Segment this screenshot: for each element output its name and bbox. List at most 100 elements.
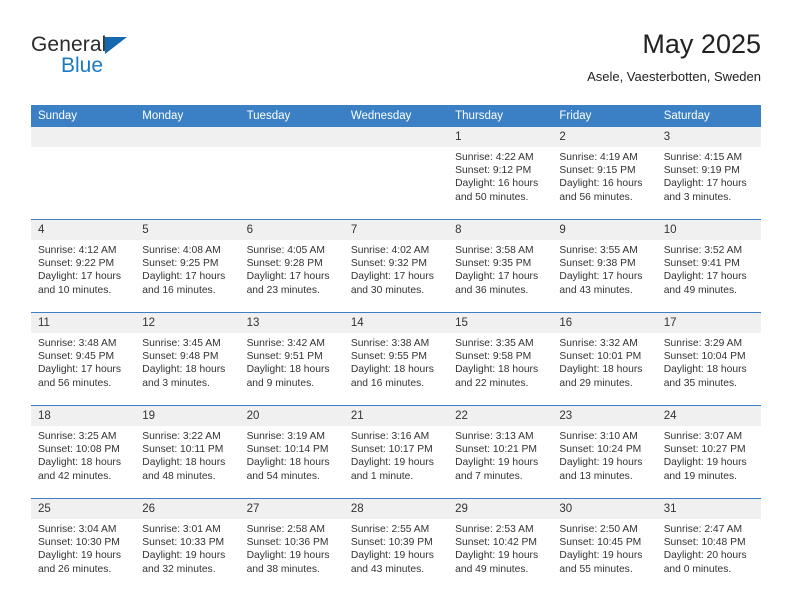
daylight-text-line2: and 13 minutes.: [559, 470, 633, 482]
sunset-text: Sunset: 9:55 PM: [350, 351, 427, 363]
calendar-day-cell[interactable]: 9 Sunrise: 3:55 AM Sunset: 9:38 PM Daylight…: [552, 219, 657, 313]
calendar-day-cell[interactable]: 2 Sunrise: 4:19 AM Sunset: 9:15 PM Daylight…: [552, 127, 657, 220]
calendar-day-cell[interactable]: 14 Sunrise: 3:38 AM Sunset: 9:55 PM Dayligh…: [343, 312, 449, 406]
calendar-day-cell[interactable]: 30 Sunrise: 2:50 AM Sunset: 10:45 PM Daylig…: [552, 498, 657, 591]
sunrise-text: Sunrise: 3:10 AM: [559, 431, 638, 442]
daylight-text-line2: and 49 minutes.: [663, 284, 737, 296]
sunset-text: Sunset: 9:28 PM: [246, 258, 323, 270]
daylight-text-line2: and 1 minute.: [350, 470, 414, 482]
sunrise-text: Sunrise: 3:55 AM: [559, 245, 638, 256]
day-details: Sunrise: 3:32 AM Sunset: 10:01 PM Daylight…: [552, 333, 656, 390]
calendar-day-cell[interactable]: 16 Sunrise: 3:32 AM Sunset: 10:01 PM Daylig…: [552, 312, 657, 406]
sunset-text: Sunset: 10:48 PM: [663, 537, 746, 549]
calendar-day-cell[interactable]: 19 Sunrise: 3:22 AM Sunset: 10:11 PM Daylig…: [135, 405, 240, 499]
daylight-text-line2: and 3 minutes.: [142, 377, 210, 389]
calendar-day-cell[interactable]: 15 Sunrise: 3:35 AM Sunset: 9:58 PM Dayligh…: [448, 312, 553, 406]
calendar-page: General Blue May 2025 Asele, Vaesterbott…: [0, 0, 792, 612]
calendar-day-cell[interactable]: 17 Sunrise: 3:29 AM Sunset: 10:04 PM Daylig…: [656, 312, 761, 406]
calendar-day-cell[interactable]: 29 Sunrise: 2:53 AM Sunset: 10:42 PM Daylig…: [448, 498, 553, 591]
calendar-day-cell[interactable]: 11 Sunrise: 3:48 AM Sunset: 9:45 PM Dayligh…: [31, 312, 136, 406]
brand-name-primary: General: [31, 33, 107, 56]
calendar-day-cell[interactable]: 1 Sunrise: 4:22 AM Sunset: 9:12 PM Daylight…: [448, 127, 553, 220]
day-details: Sunrise: 3:19 AM Sunset: 10:14 PM Daylight…: [240, 426, 344, 483]
day-details: Sunrise: 3:45 AM Sunset: 9:48 PM Daylight:…: [135, 333, 239, 390]
sunrise-text: Sunrise: 3:01 AM: [142, 524, 221, 535]
day-number: 26: [135, 499, 240, 519]
sunset-text: Sunset: 9:45 PM: [38, 351, 115, 363]
calendar-day-cell[interactable]: 5 Sunrise: 4:08 AM Sunset: 9:25 PM Daylight…: [135, 219, 240, 313]
day-number: 7: [343, 220, 449, 240]
sunset-text: Sunset: 10:21 PM: [455, 444, 537, 456]
calendar-week-row: 4 Sunrise: 4:12 AM Sunset: 9:22 PM Daylight…: [31, 219, 761, 313]
daylight-text-line1: Daylight: 16 hours: [455, 178, 539, 190]
calendar-day-cell[interactable]: 3 Sunrise: 4:15 AM Sunset: 9:19 PM Daylight…: [656, 127, 761, 220]
day-number: 14: [343, 313, 449, 333]
calendar-day-cell[interactable]: 31 Sunrise: 2:47 AM Sunset: 10:48 PM Daylig…: [656, 498, 761, 591]
day-number: 5: [135, 220, 240, 240]
day-number: 20: [239, 406, 344, 426]
daylight-text-line1: Daylight: 18 hours: [142, 457, 226, 469]
day-details: Sunrise: 3:01 AM Sunset: 10:33 PM Daylight…: [135, 519, 239, 576]
daylight-text-line2: and 9 minutes.: [246, 377, 315, 389]
sunset-text: Sunset: 10:14 PM: [246, 444, 329, 456]
day-details: Sunrise: 2:47 AM Sunset: 10:48 PM Daylight…: [657, 519, 761, 576]
calendar-body: 1 Sunrise: 4:22 AM Sunset: 9:12 PM Daylight…: [31, 127, 761, 591]
calendar-day-cell[interactable]: 25 Sunrise: 3:04 AM Sunset: 10:30 PM Daylig…: [31, 498, 136, 591]
day-number: 4: [31, 220, 136, 240]
day-number: 21: [343, 406, 449, 426]
day-details: Sunrise: 4:05 AM Sunset: 9:28 PM Daylight:…: [240, 240, 344, 297]
sunset-text: Sunset: 9:51 PM: [246, 351, 323, 363]
day-details: Sunrise: 2:50 AM Sunset: 10:45 PM Daylight…: [552, 519, 656, 576]
calendar-day-cell[interactable]: 28 Sunrise: 2:55 AM Sunset: 10:39 PM Daylig…: [343, 498, 449, 591]
sunset-text: Sunset: 10:27 PM: [663, 444, 746, 456]
day-details: Sunrise: 3:16 AM Sunset: 10:17 PM Daylight…: [344, 426, 448, 483]
calendar-day-cell[interactable]: 12 Sunrise: 3:45 AM Sunset: 9:48 PM Dayligh…: [135, 312, 240, 406]
day-details: Sunrise: 3:22 AM Sunset: 10:11 PM Daylight…: [135, 426, 239, 483]
sunrise-text: Sunrise: 3:07 AM: [663, 431, 743, 442]
calendar-day-cell[interactable]: 6 Sunrise: 4:05 AM Sunset: 9:28 PM Daylight…: [239, 219, 344, 313]
calendar-day-cell[interactable]: 23 Sunrise: 3:10 AM Sunset: 10:24 PM Daylig…: [552, 405, 657, 499]
day-details: Sunrise: 4:02 AM Sunset: 9:32 PM Daylight:…: [344, 240, 448, 297]
calendar-day-cell[interactable]: 26 Sunrise: 3:01 AM Sunset: 10:33 PM Daylig…: [135, 498, 240, 591]
calendar-day-cell[interactable]: 13 Sunrise: 3:42 AM Sunset: 9:51 PM Dayligh…: [239, 312, 344, 406]
daylight-text-line2: and 43 minutes.: [350, 563, 425, 575]
sunset-text: Sunset: 10:33 PM: [142, 537, 225, 549]
calendar-empty-cell: [31, 127, 136, 220]
calendar-empty-cell: [239, 127, 344, 220]
calendar-day-cell[interactable]: 20 Sunrise: 3:19 AM Sunset: 10:14 PM Daylig…: [239, 405, 344, 499]
calendar-day-cell[interactable]: 7 Sunrise: 4:02 AM Sunset: 9:32 PM Daylight…: [343, 219, 449, 313]
weekday-header-sunday: Sunday: [31, 105, 136, 127]
calendar-week-row: 25 Sunrise: 3:04 AM Sunset: 10:30 PM Daylig…: [31, 498, 761, 591]
daylight-text-line1: Daylight: 20 hours: [663, 550, 747, 562]
calendar-day-cell[interactable]: 18 Sunrise: 3:25 AM Sunset: 10:08 PM Daylig…: [31, 405, 136, 499]
brand-logo[interactable]: General Blue: [31, 34, 251, 90]
day-details: Sunrise: 3:52 AM Sunset: 9:41 PM Daylight:…: [657, 240, 761, 297]
calendar-day-cell[interactable]: 24 Sunrise: 3:07 AM Sunset: 10:27 PM Daylig…: [656, 405, 761, 499]
daylight-text-line1: Daylight: 18 hours: [663, 364, 747, 376]
calendar-day-cell[interactable]: 22 Sunrise: 3:13 AM Sunset: 10:21 PM Daylig…: [448, 405, 553, 499]
daylight-text-line2: and 29 minutes.: [559, 377, 633, 389]
calendar-grid: Sunday Monday Tuesday Wednesday Thursday…: [31, 105, 761, 591]
day-details: Sunrise: 3:55 AM Sunset: 9:38 PM Daylight:…: [552, 240, 656, 297]
day-details: Sunrise: 3:48 AM Sunset: 9:45 PM Daylight:…: [31, 333, 135, 390]
daylight-text-line1: Daylight: 18 hours: [559, 364, 643, 376]
day-number: [31, 127, 136, 147]
day-number: [135, 127, 240, 147]
daylight-text-line2: and 0 minutes.: [663, 563, 732, 575]
daylight-text-line2: and 48 minutes.: [142, 470, 216, 482]
day-number: 31: [656, 499, 761, 519]
sunset-text: Sunset: 9:15 PM: [559, 165, 636, 177]
calendar-day-cell[interactable]: 8 Sunrise: 3:58 AM Sunset: 9:35 PM Daylight…: [448, 219, 553, 313]
day-details: Sunrise: 4:08 AM Sunset: 9:25 PM Daylight:…: [135, 240, 239, 297]
day-details: [31, 147, 135, 151]
calendar-day-cell[interactable]: 4 Sunrise: 4:12 AM Sunset: 9:22 PM Daylight…: [31, 219, 136, 313]
sunset-text: Sunset: 9:48 PM: [142, 351, 219, 363]
sunrise-text: Sunrise: 2:50 AM: [559, 524, 638, 535]
calendar-day-cell[interactable]: 21 Sunrise: 3:16 AM Sunset: 10:17 PM Daylig…: [343, 405, 449, 499]
calendar-day-cell[interactable]: 27 Sunrise: 2:58 AM Sunset: 10:36 PM Daylig…: [239, 498, 344, 591]
day-number: 23: [552, 406, 657, 426]
sunrise-text: Sunrise: 3:25 AM: [38, 431, 117, 442]
daylight-text-line2: and 56 minutes.: [38, 377, 112, 389]
daylight-text-line2: and 7 minutes.: [455, 470, 523, 482]
calendar-day-cell[interactable]: 10 Sunrise: 3:52 AM Sunset: 9:41 PM Dayligh…: [656, 219, 761, 313]
